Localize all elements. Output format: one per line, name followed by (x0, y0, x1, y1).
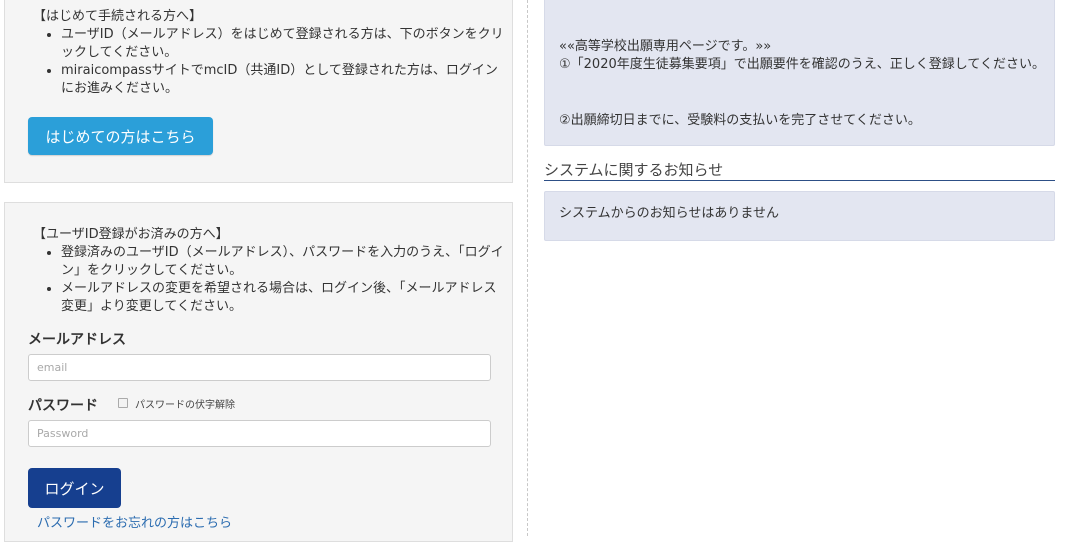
login-instructions: 登録済みのユーザID（メールアドレス）、パスワードを入力のうえ、「ログイン」をク… (33, 244, 507, 316)
login-button[interactable]: ログイン (28, 468, 121, 508)
first-time-panel: 【はじめて手続される方へ】 ユーザID（メールアドレス）をはじめて登録される方は… (4, 0, 513, 183)
password-label: パスワード (28, 398, 98, 414)
notice-title: ««高等学校出願専用ページです。»» (559, 39, 772, 54)
list-item: miraicompassサイトでmcID（共通ID）として登録された方は、ログイ… (61, 62, 507, 98)
list-item: ユーザID（メールアドレス）をはじめて登録される方は、下のボタンをクリックしてく… (61, 26, 507, 62)
forgot-password-link[interactable]: パスワードをお忘れの方はこちら (37, 512, 232, 531)
first-time-instructions: ユーザID（メールアドレス）をはじめて登録される方は、下のボタンをクリックしてく… (33, 26, 507, 98)
list-item: メールアドレスの変更を希望される場合は、ログイン後、「メールアドレス変更」より変… (61, 280, 507, 316)
first-time-heading: 【はじめて手続される方へ】 (33, 9, 203, 24)
login-panel: 【ユーザID登録がお済みの方へ】 登録済みのユーザID（メールアドレス）、パスワ… (4, 202, 513, 542)
notice-item-1: ①「2020年度生徒募集要項」で出願要件を確認のうえ、正しく登録してください。 (559, 57, 1045, 72)
email-field[interactable] (28, 354, 491, 381)
notice-item-2: ②出願締切日までに、受験料の支払いを完了させてください。 (559, 113, 921, 128)
notice-box: ««高等学校出願専用ページです。»» ①「2020年度生徒募集要項」で出願要件を… (544, 0, 1055, 146)
system-notice-message: システムからのお知らせはありません (559, 206, 779, 221)
column-divider (527, 0, 528, 536)
system-notice-box: システムからのお知らせはありません (544, 191, 1055, 241)
show-password-checkbox[interactable] (118, 398, 128, 408)
password-field[interactable] (28, 420, 491, 447)
system-notice-title: システムに関するお知らせ (544, 160, 1055, 181)
login-heading: 【ユーザID登録がお済みの方へ】 (33, 227, 229, 242)
list-item: 登録済みのユーザID（メールアドレス）、パスワードを入力のうえ、「ログイン」をク… (61, 244, 507, 280)
first-time-register-button[interactable]: はじめての方はこちら (28, 117, 213, 155)
show-password-label[interactable]: パスワードの伏字解除 (135, 396, 235, 411)
email-label: メールアドレス (28, 332, 126, 348)
